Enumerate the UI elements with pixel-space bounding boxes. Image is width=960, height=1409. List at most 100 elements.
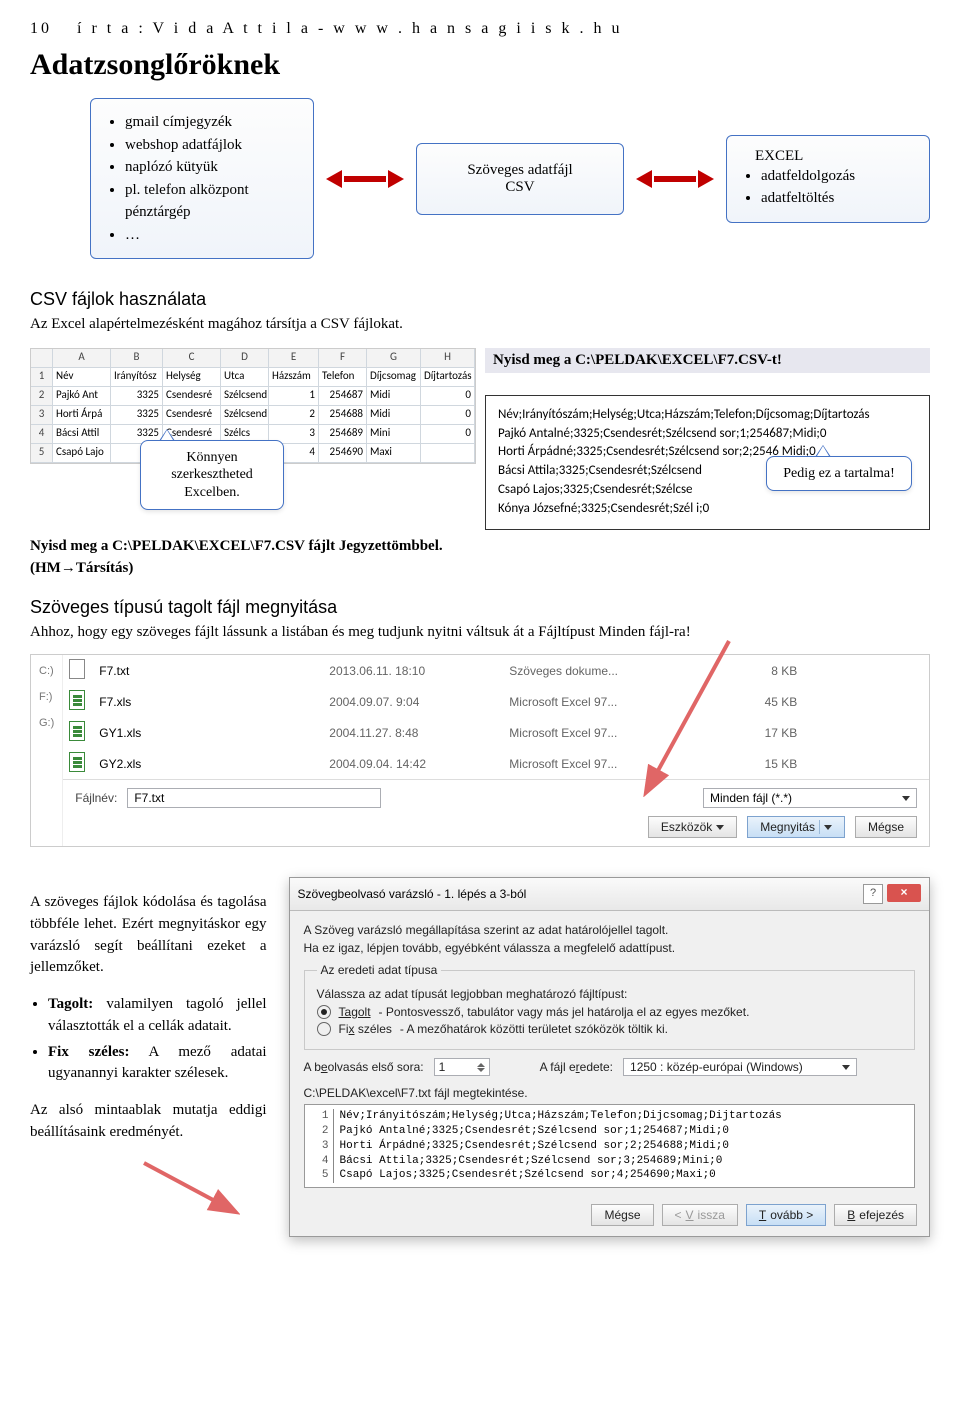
row-number: 1	[31, 368, 53, 387]
csv-line: Pajkó Antalné;3325;Csendesrét;Szélcsend …	[498, 425, 917, 444]
excel-ops-item: adatfeltöltés	[761, 187, 913, 210]
excel-file-icon	[69, 690, 85, 710]
wizard-title: Szövegbeolvasó varázsló - 1. lépés a 3-b…	[298, 887, 527, 901]
section-open-text-heading: Szöveges típusú tagolt fájl megnyitása	[30, 597, 930, 618]
file-list: F7.txt2013.06.11. 18:10Szöveges dokume..…	[63, 655, 929, 779]
diagram-sources-box: gmail címjegyzékwebshop adatfájloknaplóz…	[90, 98, 314, 259]
close-icon[interactable]: ×	[887, 884, 921, 902]
csv-box-line2: CSV	[445, 179, 595, 196]
wizard-intro-1: A Szöveg varázsló megállapítása szerint …	[304, 923, 915, 937]
flow-diagram: gmail címjegyzékwebshop adatfájloknaplóz…	[90, 98, 930, 259]
cell: Midi	[367, 387, 421, 406]
preview-line: 4Bácsi Attila;3325;Csendesrét;Szélcsend …	[309, 1154, 910, 1169]
radio-fixed-desc: - A mezőhatárok közötti területet szóköz…	[400, 1022, 668, 1036]
diagram-csv-box: Szöveges adatfájl CSV	[416, 143, 624, 215]
drive-item[interactable]: C:)	[39, 665, 54, 677]
csv-example-block: ABCDEFGH1NévIrányítószHelységUtcaHázszám…	[30, 348, 930, 580]
col-header: B	[111, 349, 163, 368]
line-number: 4	[309, 1154, 334, 1169]
open-button[interactable]: Megnyitás	[747, 816, 845, 838]
file-date: 2004.09.07. 9:04	[323, 691, 503, 713]
drive-item[interactable]: F:)	[39, 691, 54, 703]
group-sub: Válassza az adat típusát legjobban megha…	[317, 987, 902, 1001]
col-header: H	[421, 349, 475, 368]
radio-delimited[interactable]	[317, 1005, 331, 1019]
drive-item[interactable]: G:)	[39, 717, 54, 729]
csv-line: Kónya Józsefné;3325;Csendesrét;Szél i;0	[498, 500, 917, 519]
file-origin-dropdown[interactable]: 1250 : közép-európai (Windows)	[623, 1058, 857, 1076]
cell: 0	[421, 387, 475, 406]
cell: Házszám	[269, 368, 319, 387]
radio-fixed[interactable]	[317, 1022, 331, 1036]
preview-line: 3Horti Árpádné;3325;Csendesrét;Szélcsend…	[309, 1139, 910, 1154]
sources-list: gmail címjegyzékwebshop adatfájloknaplóz…	[107, 111, 297, 246]
file-name[interactable]: GY1.xls	[93, 722, 323, 744]
start-row-spinner[interactable]: 1	[434, 1058, 490, 1076]
row-number: 4	[31, 425, 53, 444]
preview-caption: C:\PELDAK\excel\F7.txt fájl megtekintése…	[304, 1086, 915, 1100]
cell: 3325	[111, 406, 163, 425]
page-number: 10	[30, 20, 70, 38]
filename-label: Fájlnév:	[75, 791, 117, 805]
help-icon[interactable]: ?	[863, 884, 883, 904]
cell: Díjtartozás	[421, 368, 475, 387]
col-header: E	[269, 349, 319, 368]
csv-box-line1: Szöveges adatfájl	[445, 162, 595, 179]
col-header: C	[163, 349, 221, 368]
cell: Telefon	[319, 368, 367, 387]
cell: Helység	[163, 368, 221, 387]
original-data-type-group: Az eredeti adat típusa Válassza az adat …	[304, 963, 915, 1050]
red-guide-arrow-icon	[619, 637, 739, 797]
radio-delimited-desc: - Pontosvessző, tabulátor vagy más jel h…	[379, 1005, 750, 1019]
file-name[interactable]: F7.txt	[93, 660, 323, 682]
cell: Midi	[367, 406, 421, 425]
cell: 2	[269, 406, 319, 425]
chevron-down-icon	[902, 796, 910, 801]
col-header: D	[221, 349, 269, 368]
cell: Bácsi Attil	[53, 425, 111, 444]
file-name[interactable]: F7.xls	[93, 691, 323, 713]
excel-box-title: EXCEL	[755, 148, 913, 165]
wizard-intro-2: Ha ez igaz, lépjen tovább, egyébként vál…	[304, 941, 915, 955]
tools-button[interactable]: Eszközök	[648, 816, 737, 838]
text-import-wizard: Szövegbeolvasó varázsló - 1. lépés a 3-b…	[289, 877, 930, 1237]
chevron-up-icon	[477, 1063, 485, 1067]
excel-file-icon	[69, 721, 85, 741]
double-arrow-icon	[636, 170, 714, 188]
cell: 1	[269, 387, 319, 406]
page-title: Adatzsonglőröknek	[30, 48, 930, 82]
open-csv-banner: Nyisd meg a C:\PELDAK\EXCEL\F7.CSV-t!	[485, 348, 930, 373]
section-csv-usage-heading: CSV fájlok használata	[30, 289, 930, 310]
file-name[interactable]: GY2.xls	[93, 753, 323, 775]
preview-line: 1Név;Irányitószám;Helység;Utca;Házszám;T…	[309, 1109, 910, 1124]
cell: Irányítósz	[111, 368, 163, 387]
line-number: 3	[309, 1139, 334, 1154]
cell: Csendesré	[163, 387, 221, 406]
red-guide-arrow-icon	[140, 1159, 240, 1219]
cell: 254687	[319, 387, 367, 406]
filename-input[interactable]: F7.txt	[127, 788, 381, 808]
sources-item: gmail címjegyzék	[125, 111, 297, 134]
sources-item: webshop adatfájlok	[125, 134, 297, 157]
drive-list: C:) F:) G:)	[31, 655, 63, 846]
cell	[421, 444, 475, 463]
cancel-button[interactable]: Mégse	[855, 816, 917, 838]
section-csv-usage-text: Az Excel alapértelmezésként magához társ…	[30, 314, 930, 336]
wizard-back-button[interactable]: < Vissza	[662, 1204, 738, 1226]
author-line: í r t a : V i d a A t t i l a - w w w . …	[77, 20, 623, 37]
wizard-finish-button[interactable]: Befejezés	[834, 1204, 917, 1226]
cell: 254688	[319, 406, 367, 425]
wizard-next-button[interactable]: Tovább >	[746, 1204, 826, 1226]
wizard-cancel-button[interactable]: Mégse	[591, 1204, 653, 1226]
open-in-notepad-text: Nyisd meg a C:\PELDAK\EXCEL\F7.CSV fájlt…	[30, 536, 471, 580]
cell: Szélcsend	[221, 406, 269, 425]
file-date: 2004.09.04. 14:42	[323, 753, 503, 775]
callout-content: Pedig ez a tartalma!	[766, 456, 912, 492]
wizard-side-bullet: Fix széles: A mező adatai ugyanannyi kar…	[48, 1042, 267, 1086]
chevron-down-icon	[824, 825, 832, 830]
cell: 254690	[319, 444, 367, 463]
excel-file-icon	[69, 752, 85, 772]
cell: Csendesré	[163, 406, 221, 425]
col-header: F	[319, 349, 367, 368]
row-number: 3	[31, 406, 53, 425]
